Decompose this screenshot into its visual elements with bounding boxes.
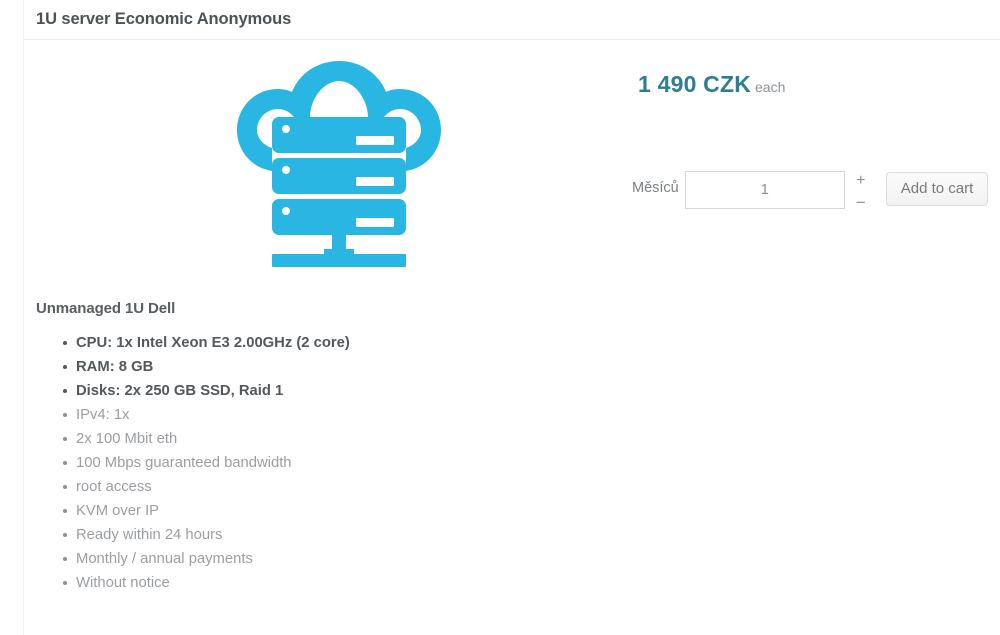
spec-item: Disks: 2x 250 GB SSD, Raid 1: [63, 379, 724, 403]
spec-item: KVM over IP: [63, 499, 724, 523]
spec-item: Without notice: [63, 571, 724, 595]
product-detail-page: 1U server Economic Anonymous 1 490 CZK e…: [0, 0, 1000, 635]
price-amount: 1 490 CZK: [638, 71, 752, 97]
spec-item: RAM: 8 GB: [63, 355, 724, 379]
order-form: Měsíců + − Add to cart: [632, 166, 989, 216]
quantity-label: Měsíců: [632, 180, 679, 196]
price-unit: each: [755, 79, 786, 95]
page-title: 1U server Economic Anonymous: [36, 10, 292, 28]
price-display: 1 490 CZK each: [638, 71, 785, 98]
spec-heading: Unmanaged 1U Dell: [36, 300, 176, 317]
product-body: 1 490 CZKeach Měsíců + − Add to cart: [24, 41, 1000, 291]
spec-list: CPU: 1x Intel Xeon E3 2.00GHz (2 core) RA…: [24, 331, 724, 595]
cloud-server-icon: [237, 61, 441, 267]
spec-item: 2x 100 Mbit eth: [63, 427, 724, 451]
quantity-input[interactable]: [684, 171, 845, 209]
spec-item: root access: [63, 475, 724, 499]
product-description: Unmanaged 1U Dell CPU: 1x Intel Xeon E3 …: [24, 300, 724, 595]
product-image: [214, 55, 464, 280]
purchase-panel: 1 490 CZKeach Měsíců + − Add to cart: [614, 41, 1000, 291]
quantity-increment-button[interactable]: +: [850, 172, 872, 190]
quantity-decrement-button[interactable]: −: [850, 194, 872, 212]
quantity-stepper: + −: [850, 166, 872, 214]
spec-item: Ready within 24 hours: [63, 523, 724, 547]
spec-item: IPv4: 1x: [63, 403, 724, 427]
add-to-cart-button[interactable]: Add to cart: [885, 172, 989, 206]
spec-item: CPU: 1x Intel Xeon E3 2.00GHz (2 core): [63, 331, 724, 355]
product-header: 1U server Economic Anonymous: [24, 0, 1000, 40]
spec-item: Monthly / annual payments: [63, 547, 724, 571]
spec-item: 100 Mbps guaranteed bandwidth: [63, 451, 724, 475]
